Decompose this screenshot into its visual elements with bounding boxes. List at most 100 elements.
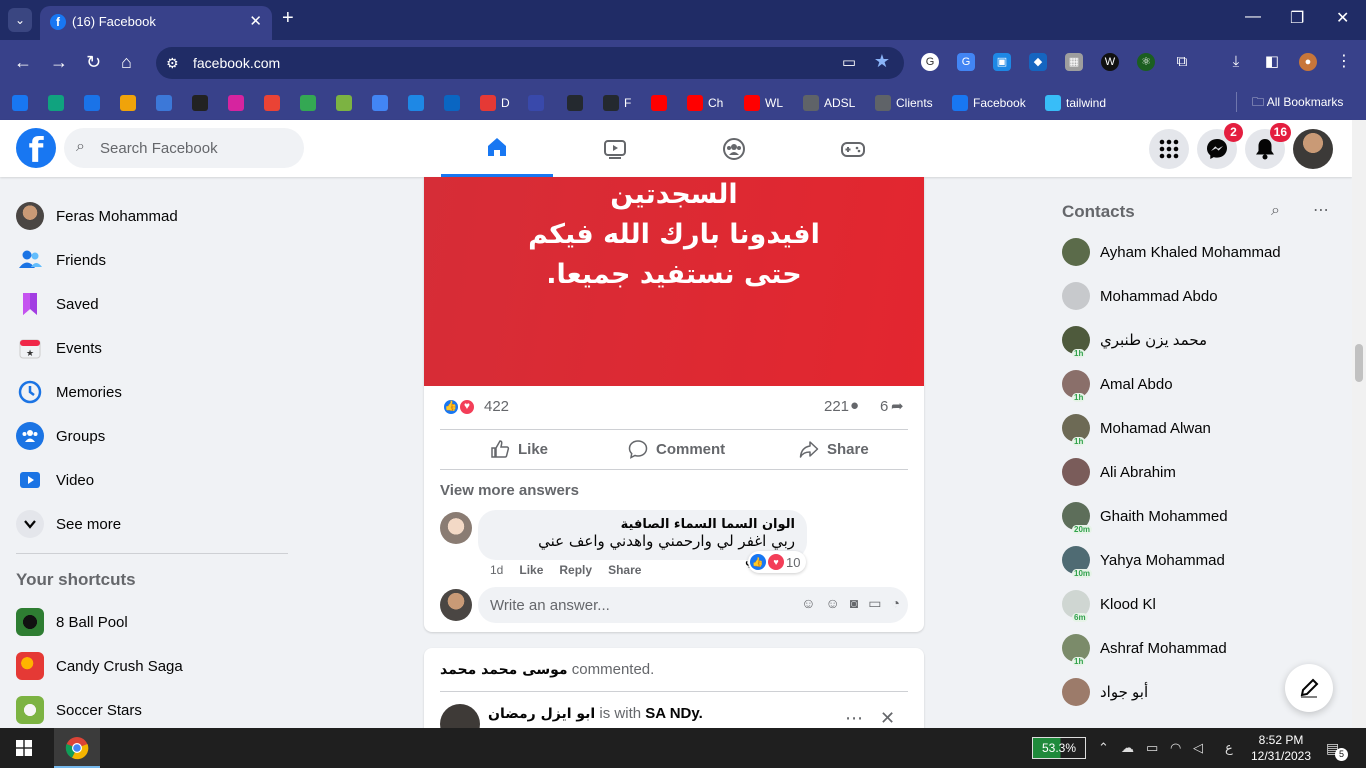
bookmark-item[interactable] — [336, 93, 357, 113]
contact-item[interactable]: Mohammad Abdo — [1062, 274, 1332, 318]
shortcut-8-ball-pool[interactable]: 8 Ball Pool — [16, 600, 288, 644]
bookmark-item[interactable] — [444, 93, 465, 113]
minimize-window-icon[interactable]: — — [1245, 8, 1261, 26]
facebook-logo-icon[interactable]: f — [16, 128, 56, 171]
bookmark-item[interactable]: D — [480, 93, 510, 113]
all-bookmarks-button[interactable]: 🗀 All Bookmarks — [1252, 93, 1343, 114]
new-message-button[interactable] — [1285, 664, 1333, 712]
battery-indicator[interactable]: 53.3% — [1032, 737, 1086, 759]
bookmark-item[interactable] — [300, 93, 321, 113]
react-devtools-icon[interactable]: ⚛ — [1137, 53, 1155, 71]
battery-icon[interactable]: ▭ — [1146, 740, 1158, 756]
bookmark-item[interactable]: ADSL — [803, 93, 855, 113]
tab-home[interactable] — [441, 120, 553, 177]
bookmark-item[interactable] — [12, 93, 33, 113]
extensions-puzzle-icon[interactable]: ⧉ — [1173, 53, 1191, 71]
contact-item[interactable]: 6m Klood Kl — [1062, 582, 1332, 626]
close-tab-icon[interactable]: ✕ — [249, 12, 262, 30]
share-count[interactable]: 6 — [880, 398, 888, 415]
close-icon[interactable]: ✕ — [880, 708, 895, 729]
bookmark-item[interactable]: Clients — [875, 93, 933, 113]
wifi-icon[interactable]: ◠ — [1170, 740, 1181, 756]
menu-kebab-icon[interactable]: ⋮ — [1335, 53, 1353, 71]
close-window-icon[interactable]: ✕ — [1336, 8, 1349, 28]
page-scrollbar[interactable] — [1352, 120, 1366, 728]
my-avatar[interactable] — [440, 589, 472, 621]
share-button[interactable]: Share — [799, 433, 869, 465]
activity-user[interactable]: موسى محمد محمد — [440, 662, 568, 678]
tab-gaming[interactable] — [797, 120, 909, 177]
contact-item[interactable]: 1h محمد يزن طنبري — [1062, 318, 1332, 362]
reaction-count[interactable]: 422 — [484, 398, 509, 415]
shortcut-soccer-stars[interactable]: Soccer Stars — [16, 688, 288, 732]
view-more-answers-link[interactable]: View more answers — [440, 482, 579, 499]
bookmark-item[interactable] — [120, 93, 141, 113]
love-reaction-icon[interactable]: ♥ — [458, 398, 476, 416]
avatar-sticker-icon[interactable]: ☺ — [801, 595, 815, 612]
input-language[interactable]: ع — [1225, 740, 1233, 756]
bookmark-item[interactable] — [156, 93, 177, 113]
sidebar-item-saved[interactable]: Saved — [16, 282, 288, 326]
comment-reply-link[interactable]: Reply — [559, 563, 592, 577]
sidebar-item-see-more[interactable]: See more — [16, 502, 288, 546]
extension-icon[interactable]: ▣ — [993, 53, 1011, 71]
onedrive-cloud-icon[interactable]: ☁ — [1121, 740, 1134, 756]
windows-start-icon[interactable] — [16, 740, 32, 756]
post-image[interactable]: السجدتين افيدونا بارك الله فيكم حتى نستف… — [424, 177, 924, 386]
extension-icon[interactable]: ▦ — [1065, 53, 1083, 71]
bookmark-item[interactable]: Facebook — [952, 93, 1026, 113]
sidebar-item-video[interactable]: Video — [16, 458, 288, 502]
bookmark-item[interactable] — [192, 93, 213, 113]
bookmark-item[interactable] — [408, 93, 429, 113]
reload-icon[interactable]: ↻ — [86, 52, 101, 72]
comment-count[interactable]: 221 — [824, 398, 849, 415]
comment-author[interactable]: الوان السما السماء الصافية — [490, 517, 795, 532]
camera-icon[interactable]: ◙ — [850, 595, 858, 612]
contact-item[interactable]: 1h Ashraf Mohammad — [1062, 626, 1332, 670]
sidebar-item-profile[interactable]: Feras Mohammad — [16, 194, 288, 238]
address-bar[interactable]: ⚙ facebook.com ▭ ★ — [156, 47, 904, 79]
sidebar-item-groups[interactable]: Groups — [16, 414, 288, 458]
notifications-button[interactable]: 16 — [1245, 123, 1291, 169]
write-answer-input[interactable] — [490, 587, 760, 623]
forward-arrow-icon[interactable]: → — [50, 52, 68, 72]
restore-window-icon[interactable]: ❐ — [1290, 8, 1304, 28]
browser-tab-active[interactable]: f (16) Facebook ✕ — [40, 6, 272, 40]
scrollbar-thumb[interactable] — [1355, 344, 1363, 382]
post-author[interactable]: ابو ايزل رمضان — [488, 706, 595, 722]
bookmark-item[interactable]: Ch — [687, 93, 723, 113]
bookmark-item[interactable]: tailwind — [1045, 93, 1106, 113]
wappalyzer-extension-icon[interactable]: W — [1101, 53, 1119, 71]
bookmark-item[interactable] — [264, 93, 285, 113]
sidebar-item-memories[interactable]: Memories — [16, 370, 288, 414]
commenter-avatar[interactable] — [440, 512, 472, 544]
contact-item[interactable]: 20m Ghaith Mohammed — [1062, 494, 1332, 538]
contact-item[interactable]: 10m Yahya Mohammad — [1062, 538, 1332, 582]
bookmark-item[interactable]: WL — [744, 93, 783, 113]
new-tab-button[interactable]: + — [282, 7, 294, 30]
search-input[interactable] — [100, 128, 296, 168]
profile-avatar-icon[interactable]: ● — [1299, 53, 1317, 71]
bookmark-item[interactable] — [228, 93, 249, 113]
downloads-icon[interactable]: ⤓ — [1227, 53, 1245, 71]
contact-item[interactable]: 1h Mohamad Alwan — [1062, 406, 1332, 450]
gif-icon[interactable]: ▭ — [868, 595, 881, 612]
contact-item[interactable]: 1h Amal Abdo — [1062, 362, 1332, 406]
bookmark-item[interactable] — [372, 93, 393, 113]
translate-extension-icon[interactable]: G — [957, 53, 975, 71]
home-icon[interactable]: ⌂ — [121, 52, 132, 72]
side-panel-icon[interactable]: ◧ — [1263, 53, 1281, 71]
emoji-icon[interactable]: ☺ — [826, 595, 840, 612]
more-options-icon[interactable]: ⋯ — [845, 708, 863, 729]
back-arrow-icon[interactable]: ← — [14, 52, 32, 72]
bookmark-item[interactable] — [84, 93, 105, 113]
show-hidden-icons-chevron-icon[interactable]: ⌃ — [1098, 740, 1109, 756]
site-info-icon[interactable]: ⚙ — [166, 55, 179, 72]
bookmark-item[interactable] — [528, 93, 549, 113]
volume-icon[interactable]: ◁ — [1193, 740, 1203, 756]
comment-button[interactable]: Comment — [628, 433, 725, 465]
comment-reactions[interactable]: 👍 ♥ 10 — [748, 551, 807, 573]
url-text[interactable]: facebook.com — [193, 55, 280, 71]
bookmark-item[interactable] — [651, 93, 672, 113]
account-avatar[interactable] — [1293, 129, 1333, 169]
